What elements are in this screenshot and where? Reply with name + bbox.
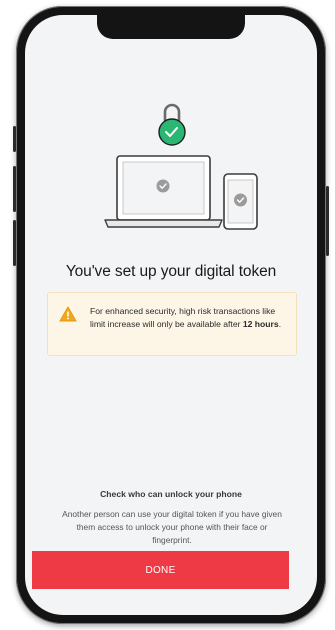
warning-triangle-icon bbox=[59, 306, 77, 322]
app-stage: You've set up your digital token For enh… bbox=[0, 0, 335, 630]
security-warning-box: For enhanced security, high risk transac… bbox=[47, 292, 297, 356]
warning-text: For enhanced security, high risk transac… bbox=[90, 305, 290, 331]
phone-volume-down bbox=[13, 220, 16, 266]
phone-power-button bbox=[326, 186, 329, 256]
laptop-icon bbox=[104, 155, 223, 228]
warning-text-end: . bbox=[278, 319, 282, 329]
phone-frame: You've set up your digital token For enh… bbox=[13, 6, 329, 624]
lock-icon bbox=[158, 103, 186, 146]
phone-notch bbox=[97, 15, 245, 39]
warning-text-bold: 12 hours bbox=[242, 319, 279, 329]
phone-screen: You've set up your digital token For enh… bbox=[25, 15, 317, 615]
done-button[interactable]: DONE bbox=[32, 551, 289, 589]
phone-side-button bbox=[13, 126, 16, 152]
check-unlock-description: Another person can use your digital toke… bbox=[62, 509, 282, 545]
check-unlock-heading: Check who can unlock your phone bbox=[100, 489, 242, 499]
token-illustration bbox=[104, 103, 258, 230]
page-title: You've set up your digital token bbox=[65, 263, 277, 280]
phone-volume-up bbox=[13, 166, 16, 212]
phone-icon bbox=[223, 173, 258, 230]
